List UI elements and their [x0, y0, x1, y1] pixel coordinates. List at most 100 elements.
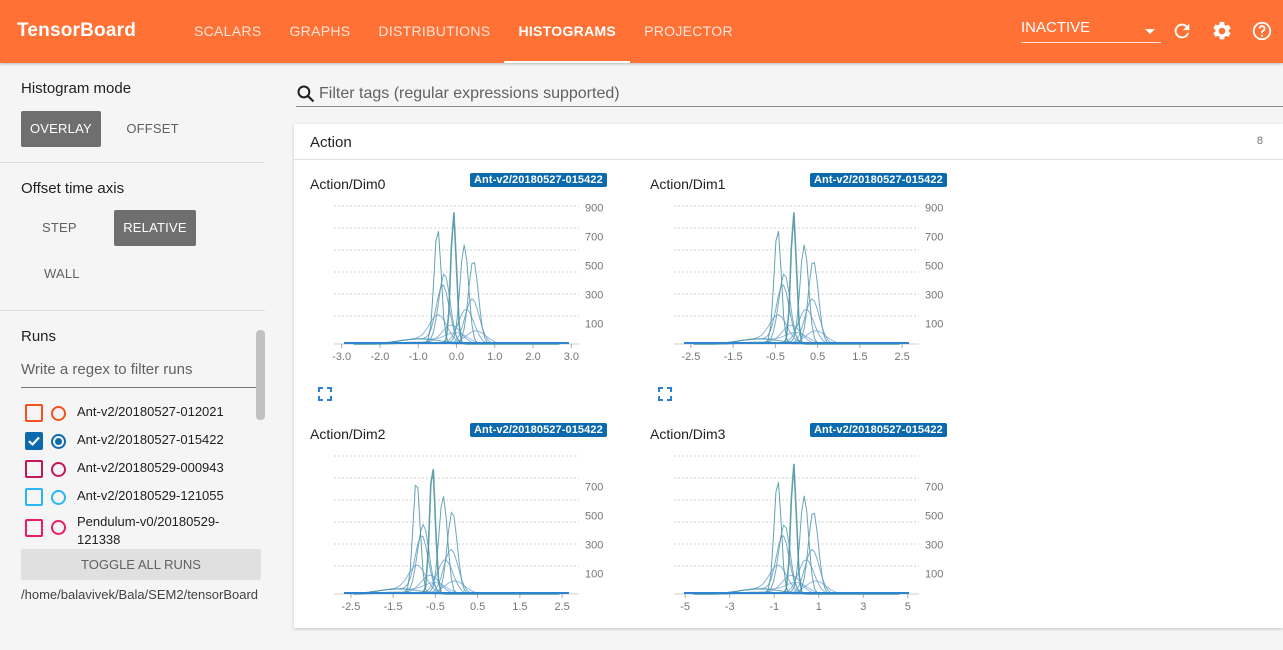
run-label: Ant-v2/20180527-012021 [77, 404, 224, 419]
run-checkbox[interactable] [25, 404, 43, 422]
histogram-series-line [353, 469, 560, 595]
x-tick-label: -1 [769, 601, 779, 613]
histogram-mode-title: Histogram mode [21, 80, 132, 97]
run-item[interactable]: Ant-v2/20180529-000943 [21, 459, 253, 481]
run-checkbox[interactable] [25, 519, 43, 537]
x-tick-label: -2.5 [681, 351, 700, 363]
tab-scalars[interactable]: SCALARS [180, 0, 275, 63]
y-tick-label: 700 [925, 231, 943, 243]
x-tick-label: 3.0 [564, 351, 579, 363]
y-tick-label: 500 [585, 260, 603, 272]
x-tick-label: 2.5 [894, 351, 909, 363]
histogram-chart: 900 700 500 300 100 -2.5 -1.5 -0.5 0.5 1.5 2.5 [674, 202, 943, 363]
help-icon[interactable] [1251, 20, 1273, 42]
y-tick-label: 100 [925, 318, 943, 330]
run-badge: Ant-v2/20180527-015422 [810, 423, 947, 437]
settings-icon[interactable] [1211, 20, 1233, 42]
run-radio[interactable] [51, 406, 66, 421]
x-tick-label: 1.5 [512, 601, 527, 613]
y-tick-label: 700 [585, 481, 603, 493]
histogram-series-line [353, 496, 560, 595]
run-radio[interactable] [51, 462, 66, 477]
histogram-series-line [353, 273, 560, 345]
x-tick-label: -1.5 [384, 601, 403, 613]
y-tick-label: 100 [925, 568, 943, 580]
y-tick-label: 900 [925, 202, 943, 214]
category-header[interactable]: Action 8 [294, 124, 1283, 160]
histogram-series-line [353, 548, 560, 595]
histogram-series-line [353, 559, 560, 595]
inactive-dashboards-dropdown[interactable]: INACTIVE [1021, 19, 1161, 43]
x-tick-label: 3 [860, 601, 866, 613]
run-item[interactable]: Ant-v2/20180527-012021 [21, 403, 253, 425]
runs-filter-input[interactable]: Write a regex to filter runs [21, 361, 265, 388]
relative-button[interactable]: RELATIVE [114, 210, 196, 246]
histogram-card: Action/Dim2 Ant-v2/20180527-015422 700 50… [294, 410, 624, 650]
offset-time-axis-title: Offset time axis [21, 180, 125, 197]
y-tick-label: 500 [925, 260, 943, 272]
run-radio[interactable] [51, 434, 66, 449]
refresh-icon[interactable] [1171, 20, 1193, 42]
run-item[interactable]: Ant-v2/20180527-015422 [21, 431, 253, 453]
x-tick-label: 0.0 [449, 351, 464, 363]
tab-projector[interactable]: PROJECTOR [630, 0, 747, 63]
x-tick-label: 1.0 [487, 351, 502, 363]
x-tick-label: -1.5 [724, 351, 743, 363]
histogram-mode-section: Histogram mode OVERLAY OFFSET [0, 63, 265, 163]
overlay-button[interactable]: OVERLAY [21, 111, 101, 147]
histogram-series-line [693, 523, 900, 595]
run-radio[interactable] [51, 520, 66, 535]
run-checkbox[interactable] [25, 460, 43, 478]
runs-section: Runs Write a regex to filter runs Ant-v2… [0, 311, 265, 548]
run-badge: Ant-v2/20180527-015422 [810, 173, 947, 187]
x-tick-label: 1.5 [852, 351, 867, 363]
main-panel: Filter tags (regular expressions support… [265, 63, 1283, 628]
run-radio[interactable] [51, 490, 66, 505]
run-label: Pendulum-v0/20180529-121338 [77, 514, 220, 547]
y-tick-label: 300 [925, 539, 943, 551]
histogram-chart: 700 500 300 100 -2.5 -1.5 -0.5 0.5 1.5 2.5 [334, 455, 603, 613]
x-tick-label: -2.5 [341, 601, 360, 613]
dashboard-tabs: SCALARS GRAPHS DISTRIBUTIONS HISTOGRAMS … [180, 0, 747, 63]
runs-scrollbar[interactable] [256, 330, 265, 420]
run-item[interactable]: Pendulum-v0/20180529-121338 [21, 513, 253, 548]
x-tick-label: -2.0 [370, 351, 389, 363]
category-count: 8 [1256, 135, 1263, 147]
y-tick-label: 500 [585, 510, 603, 522]
x-tick-label: 0.5 [470, 601, 485, 613]
x-tick-label: -3 [725, 601, 735, 613]
run-checkbox[interactable] [25, 488, 43, 506]
x-tick-label: 1 [816, 601, 822, 613]
y-tick-label: 300 [925, 289, 943, 301]
tag-filter-input[interactable]: Filter tags (regular expressions support… [296, 83, 1283, 107]
x-tick-label: -0.5 [426, 601, 445, 613]
histogram-series-line [353, 574, 560, 595]
run-badge: Ant-v2/20180527-015422 [470, 173, 607, 187]
x-tick-label: -5 [680, 601, 690, 613]
wall-button[interactable]: WALL [35, 256, 89, 292]
fullscreen-icon[interactable] [318, 387, 332, 401]
tab-graphs[interactable]: GRAPHS [275, 0, 364, 63]
x-tick-label: -0.5 [766, 351, 785, 363]
tab-histograms[interactable]: HISTOGRAMS [504, 0, 630, 63]
tab-distributions[interactable]: DISTRIBUTIONS [364, 0, 504, 63]
run-label: Ant-v2/20180529-121055 [77, 488, 224, 503]
tag-filter-placeholder: Filter tags (regular expressions support… [319, 85, 620, 102]
category-title: Action [310, 134, 352, 151]
offset-button[interactable]: OFFSET [117, 111, 187, 147]
fullscreen-icon[interactable] [658, 387, 672, 401]
histogram-series-line [693, 273, 900, 345]
toggle-all-runs-button[interactable]: TOGGLE ALL RUNS [21, 549, 261, 580]
run-checkbox[interactable] [25, 432, 43, 450]
run-item[interactable]: Ant-v2/20180529-121055 [21, 487, 253, 509]
runs-list: Ant-v2/20180527-012021 Ant-v2/20180527-0… [21, 398, 265, 548]
chevron-down-icon [1145, 29, 1155, 34]
offset-time-axis-section: Offset time axis STEP RELATIVE WALL [0, 163, 265, 311]
sidebar: Histogram mode OVERLAY OFFSET Offset tim… [0, 63, 265, 628]
run-badge: Ant-v2/20180527-015422 [470, 423, 607, 437]
run-label: Ant-v2/20180527-015422 [77, 432, 224, 447]
runs-title: Runs [21, 328, 57, 345]
y-tick-label: 300 [585, 289, 603, 301]
runs-filter-placeholder: Write a regex to filter runs [21, 361, 193, 378]
step-button[interactable]: STEP [33, 210, 86, 246]
